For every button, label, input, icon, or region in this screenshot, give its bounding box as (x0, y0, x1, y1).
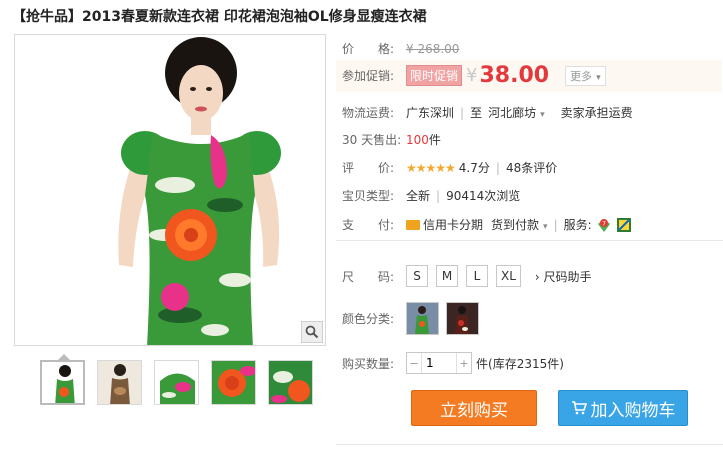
thumb-sleeve-detail-image (155, 361, 198, 404)
service-label: 服务: (563, 218, 592, 232)
rating-row: 评 价: ★★★★★ 4.7分 | 48条评价 (342, 159, 557, 176)
size-option-m[interactable]: M (436, 265, 458, 287)
chevron-down-icon: ▾ (543, 222, 548, 232)
sales-label: 30 天售出: (342, 133, 402, 147)
sales-unit: 件 (428, 133, 441, 147)
thumbnail-strip (40, 360, 313, 405)
thumb-back-image (98, 361, 141, 404)
cash-on-delivery-option[interactable]: 货到付款 ▾ (491, 216, 548, 233)
credit-installment-link[interactable]: 信用卡分期 (423, 216, 483, 233)
cod-label: 货到付款 (491, 218, 540, 232)
magnifier-icon (305, 325, 319, 339)
size-label: 尺 码: (342, 269, 395, 284)
original-price: ¥ 268.00 (406, 41, 460, 56)
ship-to-prefix: 至 (470, 106, 483, 120)
color-swatch-dark (447, 303, 478, 334)
quantity-input[interactable] (421, 353, 457, 373)
quantity-label: 购买数量: (342, 356, 395, 371)
thumb-front-image (42, 362, 83, 403)
chevron-down-icon: ▾ (596, 72, 601, 83)
star-rating-icon: ★★★★★ (406, 160, 456, 175)
quantity-stepper[interactable]: − + (406, 352, 472, 374)
add-to-cart-button[interactable]: 加入购物车 (558, 390, 688, 426)
size-helper-link[interactable]: › 尺码助手 (535, 268, 592, 285)
size-helper-label: 尺码助手 (543, 269, 592, 284)
thumbnail-2[interactable] (97, 360, 142, 405)
credit-card-icon (406, 219, 420, 230)
quantity-unit: 件 (476, 356, 489, 371)
promo-row: 参加促销: 限时促销 ¥ 38.00 更多 ▾ (342, 63, 606, 88)
shipping-row: 物流运费: 广东深圳 | 至 河北廊坊 ▾ 卖家承担运费 (342, 104, 633, 121)
quantity-row: 购买数量: − + 件 (库存2315件) (342, 352, 564, 374)
thumbnail-1[interactable] (40, 360, 85, 405)
views-count: 90414次浏览 (446, 189, 521, 203)
promo-price: 38.00 (479, 63, 550, 88)
color-option-green[interactable] (406, 302, 439, 335)
more-promos-label: 更多 (570, 69, 593, 83)
seven-day-return-icon[interactable]: 7 (596, 217, 612, 233)
size-option-s[interactable]: S (406, 265, 428, 287)
svg-text:7: 7 (602, 220, 606, 227)
thumb-fabric-detail-image (269, 361, 312, 404)
divider-bar: | (436, 188, 441, 203)
rating-label: 评 价: (342, 161, 395, 175)
buy-now-label: 立刻购买 (440, 400, 508, 421)
stock-count: (库存2315件) (488, 356, 564, 371)
destination-value: 河北廊坊 (488, 106, 537, 120)
rating-score: 4.7分 (458, 161, 490, 175)
color-row: 颜色分类: (342, 302, 486, 335)
minus-icon[interactable]: − (407, 357, 421, 370)
size-option-l[interactable]: L (466, 265, 488, 287)
divider-bar: | (553, 217, 558, 232)
color-option-dark[interactable] (446, 302, 479, 335)
thumb-print-detail-image (212, 361, 255, 404)
thumbnail-3[interactable] (154, 360, 199, 405)
shipping-fee: 卖家承担运费 (560, 106, 633, 120)
reviews-link[interactable]: 48条评价 (506, 159, 557, 176)
size-option-xl[interactable]: XL (496, 265, 521, 287)
thumbnail-4[interactable] (211, 360, 256, 405)
divider-bar: | (495, 160, 500, 175)
price-row: 价 格: ¥ 268.00 (342, 40, 459, 57)
buy-now-button[interactable]: 立刻购买 (411, 390, 537, 426)
section-divider (336, 240, 723, 241)
thumbnail-5[interactable] (268, 360, 313, 405)
sales-row: 30 天售出: 100 件 (342, 131, 441, 148)
plus-icon[interactable]: + (457, 357, 471, 370)
currency-symbol: ¥ (466, 65, 478, 86)
dress-photo (15, 35, 325, 345)
quality-guarantee-icon[interactable] (616, 217, 632, 233)
shopping-cart-icon (571, 401, 587, 415)
color-swatch-green (407, 303, 438, 334)
payment-row: 支 付: 信用卡分期 货到付款 ▾ | 服务: 7 (342, 216, 632, 233)
condition-value: 全新 (406, 189, 431, 203)
size-row: 尺 码: S M L XL › 尺码助手 (342, 265, 592, 287)
payment-label: 支 付: (342, 218, 395, 232)
more-promos-button[interactable]: 更多 ▾ (565, 65, 606, 86)
type-row: 宝贝类型: 全新 | 90414次浏览 (342, 187, 520, 204)
ship-from: 广东深圳 (406, 106, 455, 120)
add-to-cart-label: 加入购物车 (590, 400, 676, 421)
divider-bar: | (460, 105, 465, 120)
destination-selector[interactable]: 河北廊坊 ▾ (488, 104, 545, 121)
type-label: 宝贝类型: (342, 189, 395, 203)
chevron-right-icon: › (534, 269, 540, 284)
zoom-button[interactable] (301, 321, 323, 343)
main-product-image[interactable] (14, 34, 326, 346)
promo-badge: 限时促销 (406, 65, 463, 86)
bottom-divider (336, 444, 723, 445)
price-label: 价 格: (342, 42, 395, 56)
promo-label: 参加促销: (342, 69, 395, 83)
shipping-label: 物流运费: (342, 106, 395, 120)
product-title: 【抢牛品】2013春夏新款连衣裙 印花裙泡泡袖OL修身显瘦连衣裙 (12, 9, 427, 25)
color-label: 颜色分类: (342, 312, 395, 326)
chevron-down-icon: ▾ (540, 110, 545, 120)
sales-count: 100 (406, 132, 429, 147)
